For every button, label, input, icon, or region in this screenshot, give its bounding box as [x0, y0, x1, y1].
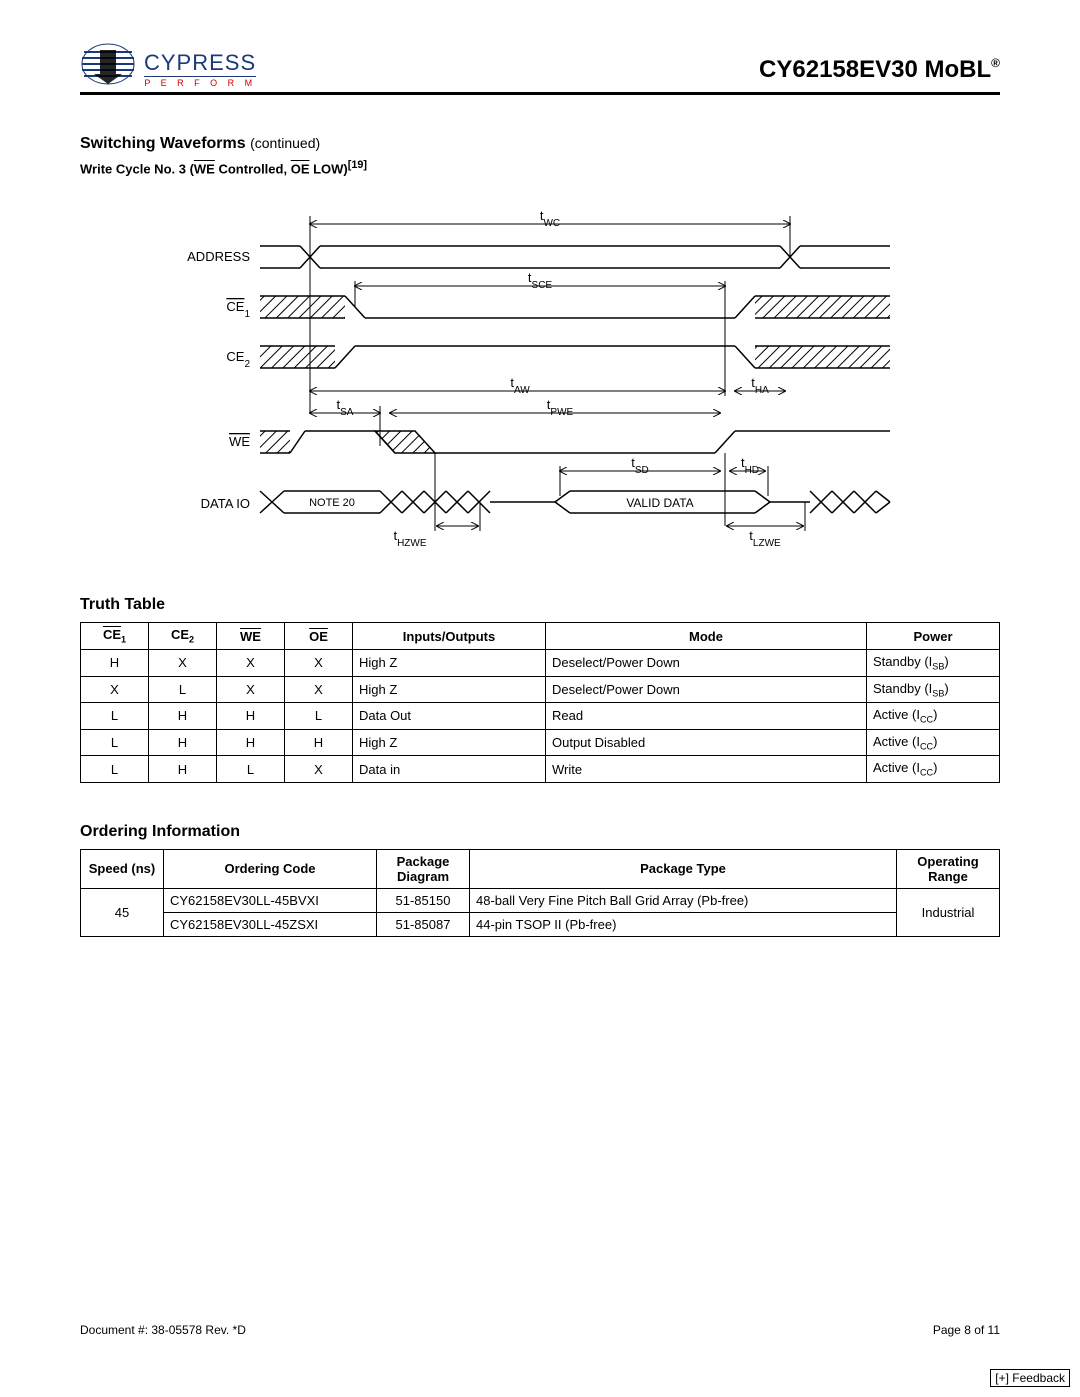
ordering-diag: 51-85150	[377, 888, 470, 912]
ordering-diag: 51-85087	[377, 912, 470, 936]
table-row: LHHHHigh ZOutput DisabledActive (ICC)	[81, 729, 1000, 756]
svg-text:tHZWE: tHZWE	[393, 528, 426, 549]
svg-text:tHD: tHD	[741, 455, 759, 476]
table-row: LHLXData inWriteActive (ICC)	[81, 756, 1000, 783]
logo: CYPRESS P E R F O R M	[80, 40, 256, 88]
svg-text:tWC: tWC	[540, 208, 560, 229]
ordering-type: 48-ball Very Fine Pitch Ball Grid Array …	[470, 888, 897, 912]
section-title-text: Switching Waveforms	[80, 135, 246, 152]
svg-text:NOTE 20: NOTE 20	[309, 497, 355, 509]
logo-text-main: CYPRESS	[144, 52, 256, 77]
svg-text:tAW: tAW	[510, 375, 530, 396]
subtitle-prefix: Write Cycle No. 3 (	[80, 161, 194, 176]
subtitle-mid: Controlled,	[215, 161, 291, 176]
ordering-speed: 45	[81, 888, 164, 936]
table-row: HXXXHigh ZDeselect/Power DownStandby (IS…	[81, 649, 1000, 676]
doc-number: Document #: 38-05578 Rev. *D	[80, 1323, 246, 1337]
subtitle-oe: OE	[291, 161, 310, 176]
svg-text:tLZWE: tLZWE	[749, 528, 781, 549]
table-row: LHHLData OutReadActive (ICC)	[81, 703, 1000, 730]
svg-text:VALID DATA: VALID DATA	[626, 496, 693, 510]
section-continued: (continued)	[250, 135, 320, 151]
table-row: XLXXHigh ZDeselect/Power DownStandby (IS…	[81, 676, 1000, 703]
ordering-code: CY62158EV30LL-45ZSXI	[164, 912, 377, 936]
svg-text:tHA: tHA	[751, 375, 769, 396]
ordering-table: Speed (ns) Ordering Code Package Diagram…	[80, 849, 1000, 937]
svg-text:tSA: tSA	[337, 397, 354, 418]
part-number-text: CY62158EV30 MoBL	[759, 56, 991, 83]
cypress-globe-icon	[80, 40, 140, 88]
svg-text:tSD: tSD	[631, 455, 649, 476]
page-number: Page 8 of 11	[933, 1323, 1000, 1337]
part-number: CY62158EV30 MoBL®	[759, 56, 1000, 88]
sig-address: ADDRESS	[187, 249, 250, 264]
logo-text-sub: P E R F O R M	[144, 77, 256, 88]
ordering-type: 44-pin TSOP II (Pb-free)	[470, 912, 897, 936]
svg-text:CE2: CE2	[226, 349, 250, 370]
section-title: Switching Waveforms (continued)	[80, 135, 1000, 153]
svg-text:tSCE: tSCE	[528, 270, 553, 291]
page-header: CYPRESS P E R F O R M CY62158EV30 MoBL®	[80, 40, 1000, 95]
section-subtitle: Write Cycle No. 3 (WE Controlled, OE LOW…	[80, 159, 1000, 176]
subtitle-we: WE	[194, 161, 215, 176]
registered-mark: ®	[991, 56, 1000, 70]
subtitle-suffix: LOW)	[310, 161, 348, 176]
page-footer: Document #: 38-05578 Rev. *D Page 8 of 1…	[80, 1323, 1000, 1337]
feedback-button[interactable]: [+] Feedback	[990, 1369, 1070, 1387]
ordering-code: CY62158EV30LL-45BVXI	[164, 888, 377, 912]
svg-text:tPWE: tPWE	[547, 397, 574, 418]
svg-text:WE: WE	[229, 434, 250, 449]
truth-table: CE1 CE2 WE OE Inputs/Outputs Mode Power …	[80, 622, 1000, 783]
ordering-title: Ordering Information	[80, 823, 1000, 841]
ordering-range: Industrial	[897, 888, 1000, 936]
truth-table-title: Truth Table	[80, 596, 1000, 614]
subtitle-noteref: [19]	[348, 159, 367, 171]
timing-diagram: ADDRESS tWC CE1	[160, 196, 920, 556]
svg-text:DATA IO: DATA IO	[201, 496, 250, 511]
svg-text:CE1: CE1	[226, 299, 250, 320]
